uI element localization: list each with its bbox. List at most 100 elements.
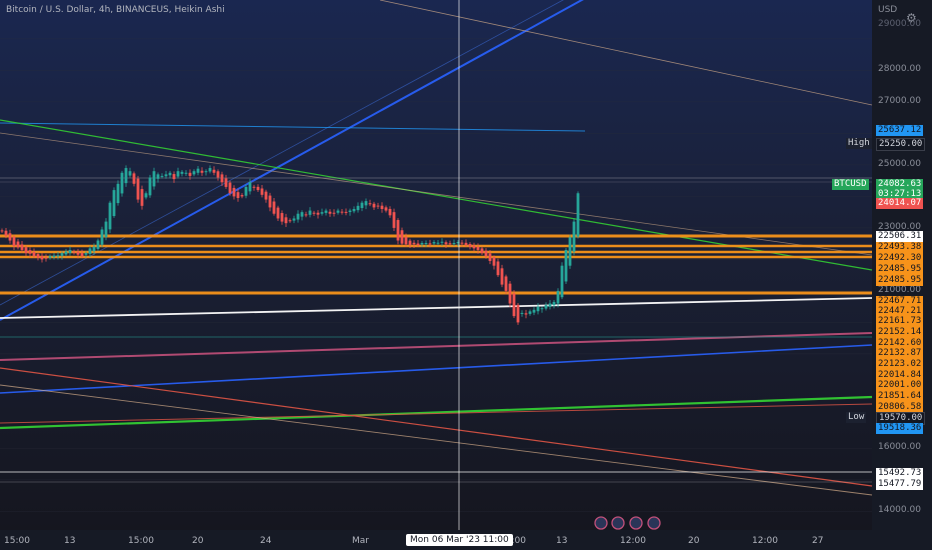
price-tag: Low <box>846 412 867 423</box>
candle-body <box>140 189 144 206</box>
candle-body <box>480 248 484 254</box>
candle-body <box>228 182 232 194</box>
candle-body <box>516 304 520 323</box>
price-tag: 25637.12 <box>876 125 924 136</box>
candle-body <box>508 283 512 304</box>
candle-body <box>240 195 244 197</box>
candle-body <box>276 207 280 219</box>
chart-title: Bitcoin / U.S. Dollar, 4h, BINANCEUS, He… <box>6 5 225 15</box>
candle-body <box>476 246 480 250</box>
candle-body <box>308 210 312 215</box>
candle-body <box>312 212 316 214</box>
candle-body <box>160 175 164 177</box>
candle-body <box>424 243 428 245</box>
candle-body <box>244 186 248 196</box>
candle-body <box>176 171 180 177</box>
candle-body <box>432 242 436 244</box>
time-tick-label: 20 <box>192 536 204 546</box>
candle-body <box>168 172 172 176</box>
candle-body <box>364 201 368 206</box>
price-tick-label: 25000.00 <box>878 158 921 169</box>
price-tag: 25250.00 <box>876 138 926 151</box>
candle-body <box>564 249 568 282</box>
candle-body <box>376 205 380 207</box>
price-tag: 22485.95 <box>876 264 924 275</box>
candle-body <box>8 233 12 241</box>
candle-body <box>196 168 200 173</box>
price-chart[interactable] <box>0 0 932 550</box>
candle-body <box>116 183 120 204</box>
candle-body <box>88 248 92 254</box>
candle-body <box>332 212 336 214</box>
price-tag: 21851.64 <box>876 391 924 402</box>
candle-body <box>220 174 224 183</box>
candle-body <box>256 186 260 191</box>
price-tick-label: 21000.00 <box>878 284 921 295</box>
candle-body <box>468 244 472 247</box>
candle-body <box>428 243 432 245</box>
candle-body <box>552 301 556 306</box>
candle-body <box>356 205 360 211</box>
price-tag: 22123.02 <box>876 359 924 370</box>
candle-body <box>464 242 468 246</box>
candle-body <box>416 243 420 246</box>
candle-body <box>488 253 492 261</box>
candle-body <box>68 249 72 253</box>
candle-body <box>536 306 540 312</box>
time-tick-label: Mar <box>352 536 369 546</box>
price-tick-label: 29000.00 <box>878 19 921 29</box>
candle-body <box>16 241 20 248</box>
candle-body <box>316 212 320 215</box>
candle-body <box>504 276 508 291</box>
time-tick-label: 12:00 <box>752 536 778 546</box>
price-tag: 22132.87 <box>876 348 924 359</box>
candle-body <box>108 202 112 230</box>
candle-body <box>440 241 444 243</box>
candle-body <box>100 229 104 245</box>
candle-body <box>32 251 36 257</box>
candle-body <box>408 240 412 245</box>
time-tick-label: 24 <box>260 536 272 546</box>
price-tag: 22485.95 <box>876 275 924 286</box>
candle-body <box>40 255 44 260</box>
candle-body <box>124 168 128 184</box>
candle-body <box>248 182 252 192</box>
candle-body <box>384 207 388 211</box>
candle-body <box>372 203 376 208</box>
candle-body <box>512 293 516 317</box>
price-tick-label: 28000.00 <box>878 64 921 75</box>
price-tag: 22001.00 <box>876 380 924 391</box>
candle-body <box>472 245 476 249</box>
candle-body <box>280 213 284 222</box>
candle-body <box>336 210 340 213</box>
candle-body <box>172 174 176 180</box>
candle-body <box>4 230 8 236</box>
chart-window: Bitcoin / U.S. Dollar, 4h, BINANCEUS, He… <box>0 0 932 550</box>
candle-body <box>96 240 100 249</box>
price-tag: 22506.31 <box>876 231 924 242</box>
candle-body <box>368 203 372 205</box>
candle-body <box>64 251 68 255</box>
price-tag: 19518.36 <box>876 423 924 434</box>
candle-body <box>136 178 140 200</box>
candle-body <box>120 172 124 194</box>
candle-body <box>388 208 392 216</box>
event-flag-icon <box>629 516 643 530</box>
candle-body <box>540 308 544 310</box>
candle-body <box>396 220 400 241</box>
candle-body <box>576 193 580 237</box>
price-tick-label: 16000.00 <box>878 442 921 453</box>
candle-body <box>380 205 384 209</box>
candle-body <box>252 186 256 188</box>
candle-body <box>404 236 408 245</box>
currency-label: USD <box>878 5 898 15</box>
candle-body <box>44 257 48 259</box>
candle-body <box>448 243 452 245</box>
candle-body <box>216 171 220 178</box>
candle-body <box>264 191 268 200</box>
event-flag-icon <box>594 516 608 530</box>
time-tick-label: 15:00 <box>128 536 154 546</box>
candle-body <box>24 247 28 254</box>
price-tag: 22492.30 <box>876 253 924 264</box>
time-tick-label: 27 <box>812 536 824 546</box>
